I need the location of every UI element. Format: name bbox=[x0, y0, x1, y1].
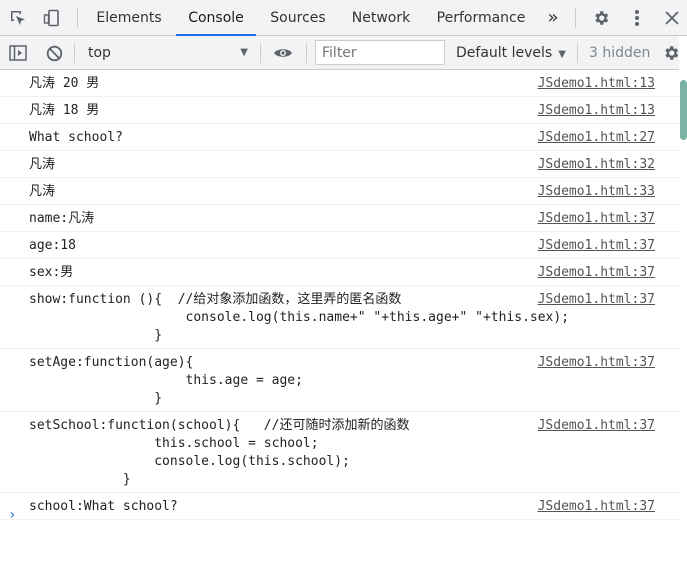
console-message: sex:男 JSdemo1.html:37 bbox=[0, 259, 680, 286]
filter-input[interactable] bbox=[315, 40, 445, 65]
console-message: show:function (){ //给对象添加函数，这里弄的匿名函数 con… bbox=[0, 286, 680, 349]
source-link[interactable]: JSdemo1.html:37 bbox=[538, 417, 655, 435]
console-prompt[interactable]: › bbox=[8, 507, 16, 523]
source-link[interactable]: JSdemo1.html:37 bbox=[538, 291, 655, 309]
toolbar-divider bbox=[575, 8, 576, 28]
toolbar-divider bbox=[74, 43, 75, 63]
source-link[interactable]: JSdemo1.html:37 bbox=[538, 210, 655, 228]
hidden-messages-count[interactable]: 3 hidden bbox=[589, 41, 650, 65]
toolbar-divider bbox=[260, 43, 261, 63]
tab-network[interactable]: Network bbox=[343, 0, 419, 35]
device-toolbar-icon[interactable] bbox=[42, 8, 62, 28]
console-message: 凡涛 JSdemo1.html:33 bbox=[0, 178, 680, 205]
source-link[interactable]: JSdemo1.html:33 bbox=[538, 183, 655, 201]
console-message: 凡涛 20 男 JSdemo1.html:13 bbox=[0, 70, 680, 97]
log-levels-label: Default levels bbox=[456, 45, 553, 61]
console-message: age:18 JSdemo1.html:37 bbox=[0, 232, 680, 259]
scrollbar-thumb[interactable] bbox=[680, 80, 687, 140]
close-icon[interactable] bbox=[662, 8, 682, 28]
console-toolbar: top ▼ Default levels ▼ 3 hidden bbox=[0, 36, 687, 70]
console-messages: 凡涛 20 男 JSdemo1.html:13 凡涛 18 男 JSdemo1.… bbox=[0, 70, 680, 520]
scrollbar[interactable] bbox=[679, 36, 687, 571]
console-message: What school? JSdemo1.html:27 bbox=[0, 124, 680, 151]
kebab-menu-icon[interactable] bbox=[627, 8, 647, 28]
toolbar-divider bbox=[77, 8, 78, 28]
sidebar-toggle-icon[interactable] bbox=[8, 43, 28, 63]
console-message: 凡涛 18 男 JSdemo1.html:13 bbox=[0, 97, 680, 124]
source-link[interactable]: JSdemo1.html:37 bbox=[538, 354, 655, 372]
source-link[interactable]: JSdemo1.html:32 bbox=[538, 156, 655, 174]
source-link[interactable]: JSdemo1.html:13 bbox=[538, 75, 655, 93]
tab-sources[interactable]: Sources bbox=[263, 0, 333, 35]
context-selector-value: top bbox=[88, 45, 111, 61]
console-message: school:What school? JSdemo1.html:37 bbox=[0, 493, 680, 520]
clear-console-icon[interactable] bbox=[44, 43, 64, 63]
dropdown-caret-icon: ▼ bbox=[558, 49, 566, 60]
devtools-tab-bar: Elements Console Sources Network Perform… bbox=[0, 0, 687, 36]
context-selector[interactable]: top ▼ bbox=[78, 41, 256, 65]
more-tabs-button[interactable]: » bbox=[540, 0, 566, 35]
tab-elements[interactable]: Elements bbox=[90, 0, 168, 35]
live-expression-icon[interactable] bbox=[273, 43, 293, 63]
source-link[interactable]: JSdemo1.html:37 bbox=[538, 498, 655, 516]
dropdown-caret-icon: ▼ bbox=[240, 47, 248, 58]
tab-performance[interactable]: Performance bbox=[430, 0, 532, 35]
log-levels-dropdown[interactable]: Default levels ▼ bbox=[456, 41, 566, 65]
tab-console[interactable]: Console bbox=[176, 0, 256, 36]
gear-icon[interactable] bbox=[591, 8, 611, 28]
console-message: 凡涛 JSdemo1.html:32 bbox=[0, 151, 680, 178]
console-settings-gear-icon[interactable] bbox=[661, 43, 681, 63]
toolbar-divider bbox=[306, 43, 307, 63]
console-message: name:凡涛 JSdemo1.html:37 bbox=[0, 205, 680, 232]
toolbar-divider bbox=[577, 43, 578, 63]
source-link[interactable]: JSdemo1.html:13 bbox=[538, 102, 655, 120]
inspect-element-icon[interactable] bbox=[8, 8, 28, 28]
console-message: setSchool:function(school){ //还可随时添加新的函数… bbox=[0, 412, 680, 493]
source-link[interactable]: JSdemo1.html:27 bbox=[538, 129, 655, 147]
source-link[interactable]: JSdemo1.html:37 bbox=[538, 237, 655, 255]
console-message: setAge:function(age){ this.age = age; } … bbox=[0, 349, 680, 412]
source-link[interactable]: JSdemo1.html:37 bbox=[538, 264, 655, 282]
